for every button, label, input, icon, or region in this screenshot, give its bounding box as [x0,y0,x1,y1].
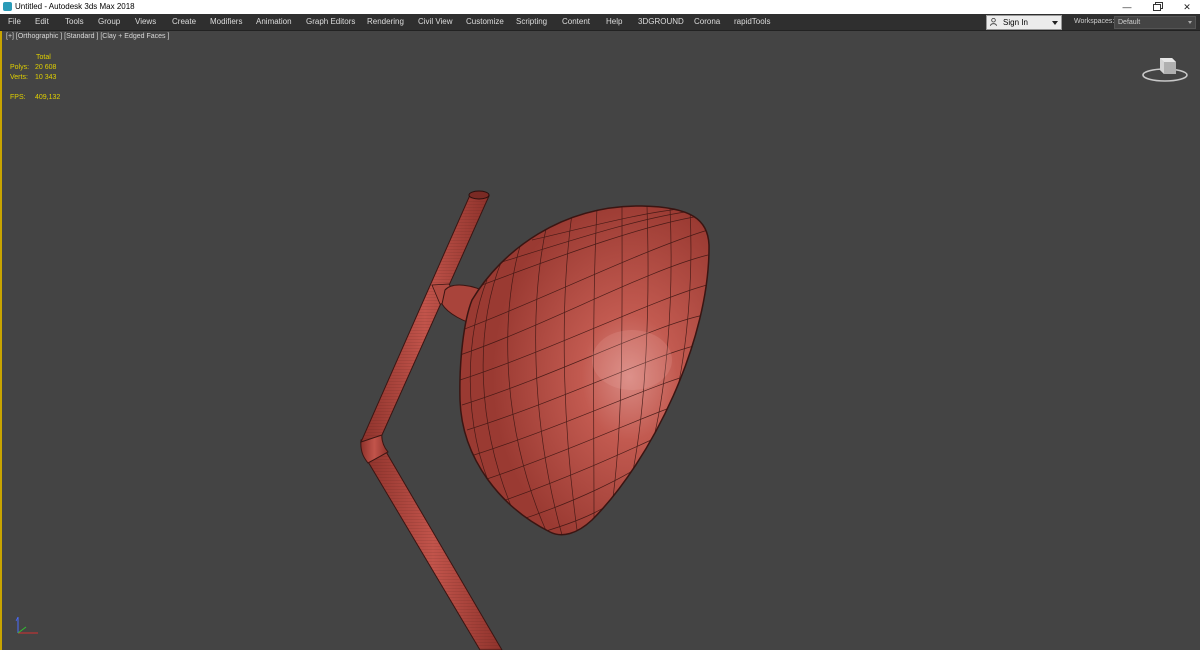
minimize-button[interactable]: — [1112,0,1142,14]
menu-customize[interactable]: Customize [466,14,504,30]
menu-corona[interactable]: Corona [694,14,720,30]
menu-scripting[interactable]: Scripting [516,14,547,30]
menu-animation[interactable]: Animation [256,14,292,30]
menu-3dground[interactable]: 3DGROUND [638,14,684,30]
menu-graph-editors[interactable]: Graph Editors [306,14,355,30]
lamp-shade[interactable] [459,205,710,536]
menu-group[interactable]: Group [98,14,120,30]
user-icon [990,18,997,26]
perspective-viewport[interactable]: [+] [Orthographic ] [Standard ] [Clay + … [0,31,1200,650]
axis-tripod-icon [15,616,38,634]
menu-rendering[interactable]: Rendering [367,14,404,30]
scene-canvas[interactable] [2,31,1198,650]
window-title: Untitled - Autodesk 3ds Max 2018 [15,2,135,11]
workspaces-select[interactable]: Default [1114,16,1196,29]
maximize-button[interactable] [1142,0,1172,14]
sign-in-label: Sign In [1003,18,1028,27]
app-icon[interactable] [3,2,12,11]
chevron-down-icon [1052,21,1058,25]
menu-content[interactable]: Content [562,14,590,30]
menu-tools[interactable]: Tools [65,14,84,30]
menu-modifiers[interactable]: Modifiers [210,14,242,30]
workspaces-label: Workspaces: [1074,18,1115,25]
menu-edit[interactable]: Edit [35,14,49,30]
menu-file[interactable]: File [8,14,21,30]
menu-bar: File Edit Tools Group Views Create Modif… [0,14,1200,31]
menu-civil-view[interactable]: Civil View [418,14,453,30]
close-button[interactable]: ✕ [1172,0,1200,14]
menu-help[interactable]: Help [606,14,622,30]
restore-icon [1153,3,1161,11]
chevron-down-icon [1188,21,1192,24]
menu-rapidtools[interactable]: rapidTools [734,14,770,30]
menu-create[interactable]: Create [172,14,196,30]
menu-views[interactable]: Views [135,14,156,30]
sign-in-dropdown[interactable]: Sign In [986,15,1062,30]
title-bar: Untitled - Autodesk 3ds Max 2018 — ✕ [0,0,1200,14]
workspace-value: Default [1118,19,1141,26]
